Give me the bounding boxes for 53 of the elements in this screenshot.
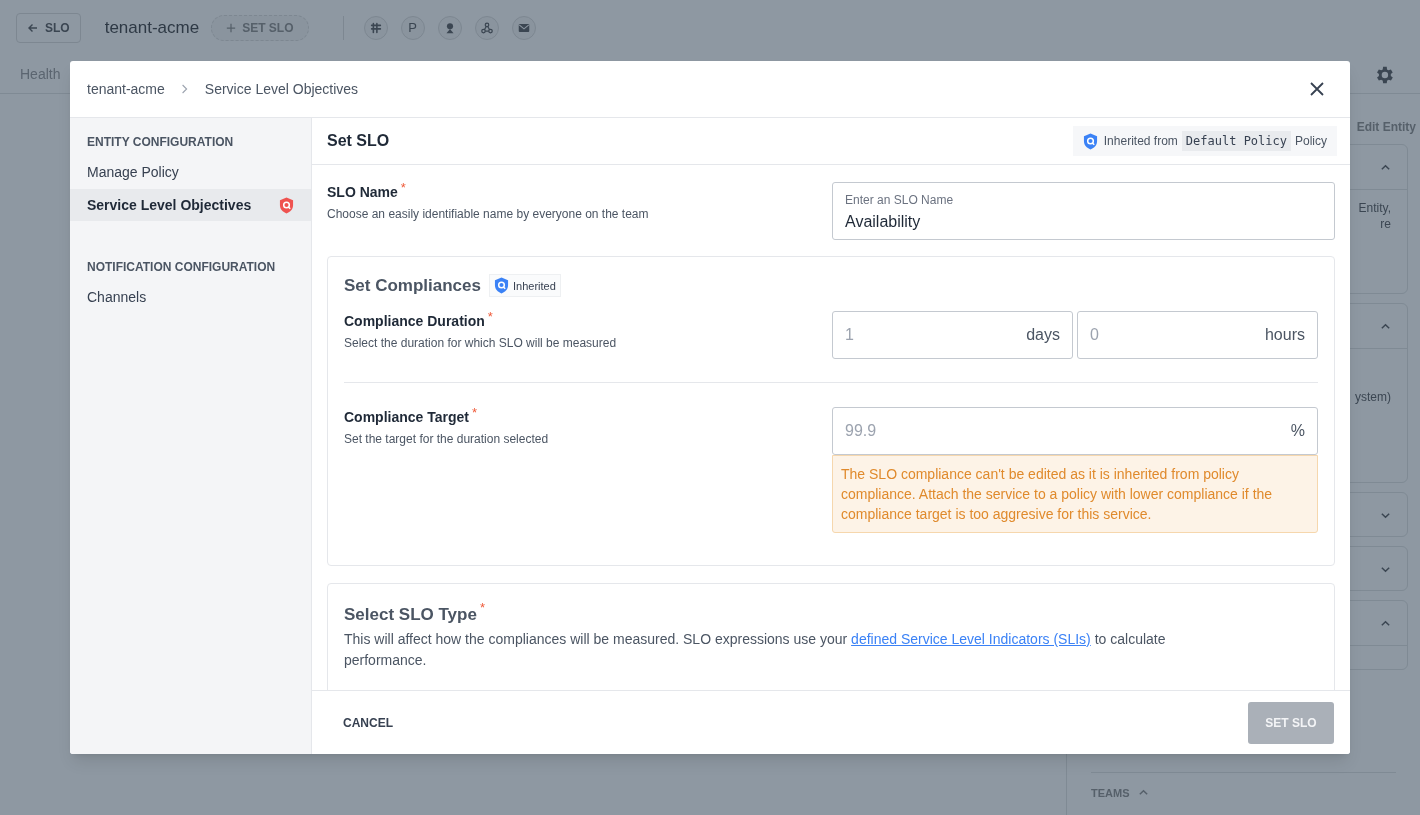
field-label: Compliance Target <box>344 407 469 427</box>
field-hint: Select the duration for which SLO will be measured <box>344 334 618 352</box>
sidebar-item[interactable]: Channels <box>70 281 311 313</box>
slo-name-field[interactable]: Enter an SLO Name Availability <box>832 182 1335 240</box>
field-hint: Choose an easily identifiable name by everyone on the team <box>327 206 650 223</box>
breadcrumb-item[interactable]: tenant-acme <box>87 78 165 100</box>
shield-icon <box>279 196 294 214</box>
breadcrumb-item[interactable]: Service Level Objectives <box>204 78 359 100</box>
section-title: Set SLO <box>327 131 390 151</box>
sidebar-heading: ENTITY CONFIGURATION <box>86 134 235 151</box>
panel-text: Entity, <box>1358 200 1391 216</box>
arrow-left-icon <box>27 22 39 34</box>
required-mark: * <box>487 310 493 323</box>
sidebar-item[interactable]: Manage Policy <box>70 156 311 188</box>
floating-label: Enter an SLO Name <box>845 192 955 209</box>
required-mark: * <box>479 601 485 614</box>
badge-text: Inherited from <box>1103 133 1178 150</box>
teams-label: TEAMS <box>1091 785 1130 801</box>
integration-button[interactable] <box>363 16 388 40</box>
policy-name: Default Policy <box>1181 131 1291 151</box>
integration-button[interactable] <box>511 16 536 40</box>
grid-icon <box>368 21 383 35</box>
field-hint: Set the target for the duration selected <box>344 430 550 448</box>
chevron-right-icon <box>180 83 189 95</box>
integration-button[interactable] <box>474 16 499 40</box>
mail-icon <box>516 21 531 35</box>
required-mark: * <box>400 182 406 194</box>
entity-name: tenant-acme <box>104 17 200 40</box>
sidebar-heading: NOTIFICATION CONFIGURATION <box>86 259 277 276</box>
collapse-toggle[interactable] <box>1380 564 1391 575</box>
card-title: Set Compliances <box>344 275 481 297</box>
collapse-toggle[interactable] <box>1380 510 1391 521</box>
card-title: Select SLO Type <box>344 603 477 626</box>
chevron-down-icon <box>1380 510 1391 521</box>
inherited-warning: The SLO compliance can't be edited as it is inherited from policy compliance. Attach the service to a policy with lower compliance if the compliance target is too aggresive for this service. <box>832 454 1318 533</box>
shield-icon <box>494 277 509 295</box>
cancel-button[interactable]: CANCEL <box>343 713 393 732</box>
sidebar-item[interactable]: Service Level Objectives <box>70 189 311 221</box>
slo-type-description: This will affect how the compliances will be measured. SLO expressions use your defined Service Level Indicators (SLIs) to calculate performance. <box>344 630 1167 670</box>
plus-icon <box>226 23 237 33</box>
integration-button[interactable] <box>437 16 462 40</box>
panel-text: ystem) <box>1355 389 1391 405</box>
chevron-down-icon <box>1380 564 1391 575</box>
inherited-tag: Inherited <box>489 274 561 298</box>
required-mark: * <box>472 406 478 419</box>
webhook-icon <box>479 21 494 35</box>
badge-text: Policy <box>1295 133 1327 150</box>
close-icon <box>1309 81 1325 97</box>
shield-icon <box>1082 132 1098 150</box>
field-label: Compliance Duration <box>344 311 485 331</box>
panel-text: re <box>1380 216 1391 232</box>
field-label: SLO Name <box>327 183 398 202</box>
sli-link[interactable]: defined Service Level Indicators (SLIs) <box>851 631 1091 647</box>
